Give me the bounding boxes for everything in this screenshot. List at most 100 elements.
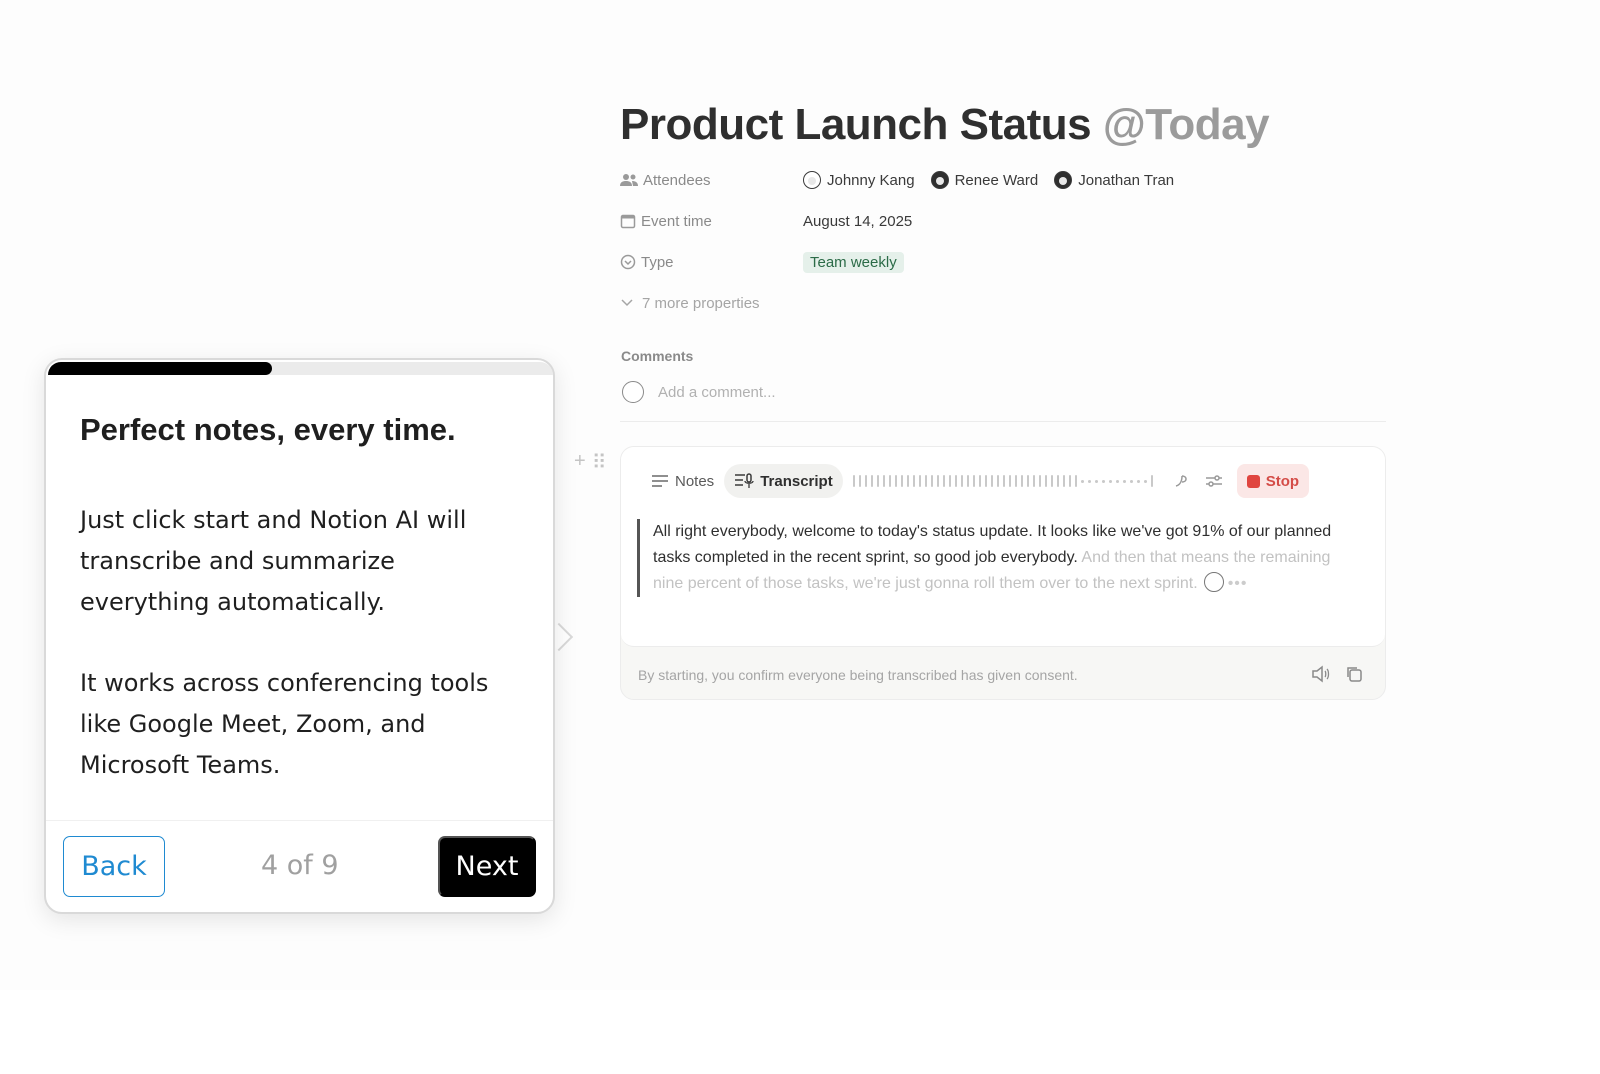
waveform-bar [954, 475, 957, 487]
progress-fill [48, 362, 273, 375]
block-handle[interactable]: + ⠿ [574, 450, 606, 475]
waveform-bar [888, 475, 891, 487]
waveform-bar [864, 475, 867, 487]
comment-input[interactable]: Add a comment... [658, 384, 776, 401]
comment-input-row[interactable]: Add a comment... [622, 381, 776, 403]
tab-transcript[interactable]: Transcript [724, 464, 843, 498]
people-icon [620, 174, 638, 186]
property-name: Attendees [643, 171, 711, 189]
attendee[interactable]: Renee Ward [930, 171, 1039, 189]
waveform-bar [1044, 475, 1047, 487]
waveform-bar [918, 475, 921, 487]
settings-sliders-icon[interactable] [1205, 473, 1223, 489]
waveform-bar [1122, 479, 1126, 483]
waveform-bar [1050, 475, 1053, 487]
waveform-bar [1080, 479, 1084, 483]
waveform-bar [1115, 479, 1119, 483]
onboarding-card: Perfect notes, every time. Just click st… [44, 358, 555, 914]
attendee-name: Jonathan Tran [1078, 171, 1175, 189]
event-time-value[interactable]: August 14, 2025 [803, 213, 912, 230]
back-button[interactable]: Back [63, 836, 165, 897]
waveform-bar [972, 475, 975, 487]
property-name: Type [641, 253, 674, 271]
speaker-icon[interactable] [1311, 665, 1331, 683]
waveform-bar [858, 475, 861, 487]
waveform-bar [882, 475, 885, 487]
property-type[interactable]: Type Team weekly [620, 250, 1320, 274]
property-label: Type [620, 254, 803, 271]
more-properties-label: 7 more properties [642, 294, 760, 312]
property-attendees[interactable]: Attendees Johnny Kang Renee Ward Jonatha… [620, 168, 1320, 192]
step-indicator: 4 of 9 [261, 850, 339, 881]
calendar-icon [620, 214, 636, 229]
waveform-bar [912, 475, 915, 487]
waveform-bar [1087, 479, 1091, 483]
waveform-bar [1074, 475, 1077, 487]
add-block-icon[interactable]: + [574, 450, 586, 475]
drag-handle-icon[interactable]: ⠿ [592, 450, 607, 475]
property-label: Attendees [620, 172, 803, 189]
waveform-bar [900, 475, 903, 487]
card-footer-divider [46, 820, 553, 821]
waveform-bar [1008, 475, 1011, 487]
tab-notes[interactable]: Notes [641, 464, 724, 498]
progress-bar [48, 362, 553, 375]
avatar [622, 381, 644, 403]
attendee[interactable]: Jonathan Tran [1054, 171, 1174, 189]
waveform-bar [960, 475, 963, 487]
waveform-bar [1020, 475, 1023, 487]
waveform-bar [870, 475, 873, 487]
waveform-bar [1136, 479, 1140, 483]
waveform-bar [1068, 475, 1071, 487]
waveform-bar [978, 475, 981, 487]
tab-label: Notes [675, 472, 715, 490]
attendee-name: Johnny Kang [827, 171, 915, 189]
attendee-name: Renee Ward [954, 171, 1039, 189]
date-mention[interactable]: @Today [1103, 100, 1270, 149]
waveform-bar [1002, 475, 1005, 487]
select-icon [620, 254, 636, 270]
divider [620, 421, 1386, 422]
waveform-bar [1143, 479, 1147, 483]
live-ai-icon [1203, 571, 1224, 592]
page-title[interactable]: Product Launch Status @Today [620, 100, 1400, 150]
waveform-bar [1014, 475, 1017, 487]
waveform-bar [1101, 479, 1105, 483]
transcript-text: All right everybody, welcome to today's … [637, 519, 1353, 597]
waveform-bar [966, 475, 969, 487]
type-value[interactable]: Team weekly [803, 251, 904, 273]
property-event-time[interactable]: Event time August 14, 2025 [620, 209, 1320, 233]
ai-block-content: Notes Transcript Stop All right everybod… [621, 447, 1385, 647]
next-button[interactable]: Next [438, 836, 536, 897]
transcript-icon [735, 473, 754, 488]
waveform-bar [948, 475, 951, 487]
avatar [1054, 171, 1073, 189]
attendees-value[interactable]: Johnny Kang Renee Ward Jonathan Tran [803, 171, 1184, 189]
card-body-paragraph: It works across conferencing tools like … [80, 669, 489, 779]
footer-icons [1311, 665, 1363, 683]
page-header: Product Launch Status @Today [620, 100, 1400, 150]
chevron-down-icon [621, 299, 633, 307]
waveform-bar [894, 475, 897, 487]
avatar [803, 171, 821, 189]
waveform-bar [1056, 475, 1059, 487]
more-properties-toggle[interactable]: 7 more properties [620, 295, 760, 312]
toolbar-icons [1173, 472, 1223, 490]
property-name: Event time [641, 212, 712, 230]
tab-label: Transcript [760, 472, 833, 490]
more-properties-row[interactable]: 7 more properties [620, 291, 1320, 315]
avatar [930, 171, 949, 189]
waveform-bar [996, 475, 999, 487]
notes-icon [652, 475, 668, 487]
waveform-bar [1129, 479, 1133, 483]
copy-icon[interactable] [1345, 665, 1363, 683]
waveform-bar [930, 475, 933, 487]
waveform-bar [924, 475, 927, 487]
type-tag[interactable]: Team weekly [803, 251, 904, 273]
consent-notice: By starting, you confirm everyone being … [638, 667, 1078, 683]
attendee[interactable]: Johnny Kang [803, 171, 915, 189]
loading-dots-icon: ••• [1227, 575, 1248, 592]
ai-icon[interactable] [1173, 472, 1191, 490]
waveform-bar [990, 475, 993, 487]
stop-button[interactable]: Stop [1236, 464, 1310, 498]
